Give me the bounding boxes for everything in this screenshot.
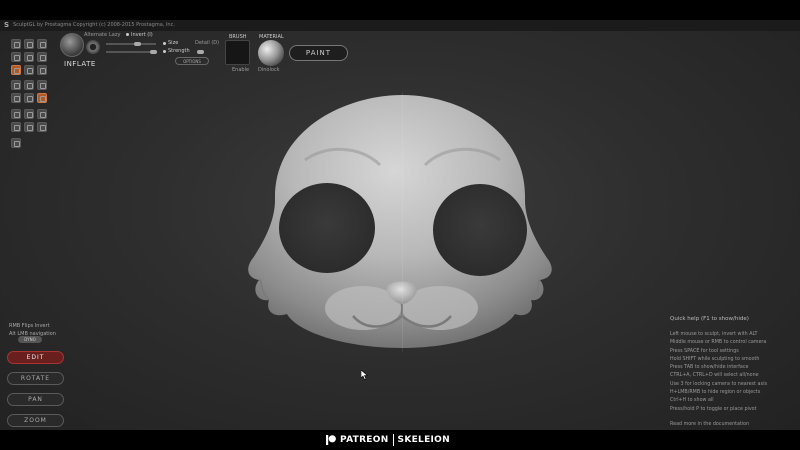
quick-help-line: Left mouse to sculpt, invert with ALT: [670, 332, 758, 337]
watermark-divider: [392, 434, 394, 446]
tool-button[interactable]: [11, 122, 21, 132]
quick-help-line: Middle mouse or RMB to control camera: [670, 340, 767, 346]
tool-button[interactable]: [11, 52, 21, 62]
tool-button[interactable]: [24, 109, 34, 119]
app-logo-icon: S: [4, 21, 10, 29]
tool-button[interactable]: [37, 52, 47, 62]
quick-help-line: Press SPACE for tool settings: [670, 348, 739, 354]
quick-help-title: Quick help (F1 to show/hide): [670, 316, 749, 322]
copyright-text: Copyright (c) 2008-2015 Prostagma, Inc.: [73, 22, 175, 28]
tool-button[interactable]: [11, 93, 21, 103]
watermark-left-text: PATREON: [340, 435, 389, 445]
strength-toggle[interactable]: [163, 50, 166, 53]
tool-button[interactable]: [24, 39, 34, 49]
rotate-mode-button[interactable]: ROTATE: [7, 372, 64, 385]
rmb-note: RMB Flips Invert: [9, 323, 50, 329]
strength-slider-knob[interactable]: [150, 50, 157, 54]
tool-button[interactable]: [24, 93, 34, 103]
tool-button[interactable]: [37, 122, 47, 132]
tool-button[interactable]: [11, 138, 21, 148]
detail-label: Detail (D): [195, 40, 220, 46]
strength-slider[interactable]: [106, 51, 156, 53]
stroke-preview-icon[interactable]: [86, 40, 100, 54]
size-toggle[interactable]: [163, 42, 166, 45]
inflate-tool-button[interactable]: [11, 65, 21, 75]
symmetry-line: [402, 92, 403, 352]
tool-button[interactable]: [24, 65, 34, 75]
edit-mode-button[interactable]: EDIT: [7, 351, 64, 364]
size-slider[interactable]: [106, 43, 156, 45]
quick-help-line: Press TAB to show/hide interface: [670, 365, 749, 371]
material-sub-label: Dinolock: [258, 67, 280, 73]
tool-button[interactable]: [37, 80, 47, 90]
tool-button[interactable]: [24, 52, 34, 62]
invert-label: Invert (I): [131, 32, 153, 38]
title-bar: S SculptGL by Prostagma Copyright (c) 20…: [0, 20, 800, 31]
quick-help-line: Ctrl+H to show all: [670, 398, 714, 404]
symmetry-tool-button[interactable]: [37, 93, 47, 103]
paint-button[interactable]: PAINT: [289, 45, 348, 61]
quick-help-line: H+LMB/RMB to hide region or objects: [670, 390, 761, 396]
tool-button[interactable]: [11, 109, 21, 119]
invert-toggle[interactable]: [126, 33, 129, 36]
brush-sub-label: Enable: [232, 67, 250, 73]
quick-help-line: Press/hold P to toggle or place pivot: [670, 406, 757, 412]
size-slider-knob[interactable]: [134, 42, 141, 46]
alternate-label: Alternate: [84, 32, 108, 38]
brush-name: INFLATE: [64, 60, 96, 68]
tool-button[interactable]: [37, 39, 47, 49]
brush-preview-icon[interactable]: [60, 33, 84, 57]
tool-button[interactable]: [11, 80, 21, 90]
detail-slider-knob[interactable]: [197, 50, 204, 54]
patreon-logo-icon: [326, 435, 336, 445]
brush-swatch[interactable]: [225, 40, 250, 65]
tool-button[interactable]: [24, 80, 34, 90]
lazy-label: Lazy: [109, 32, 121, 38]
size-label: Size: [168, 40, 179, 46]
quick-help-line: CTRL+A, CTRL+D will select all/none: [670, 373, 759, 379]
sculpt-mesh[interactable]: [235, 90, 565, 355]
documentation-link[interactable]: Read more in the documentation: [670, 422, 795, 427]
zoom-mode-button[interactable]: ZOOM: [7, 414, 64, 427]
tool-button[interactable]: [24, 122, 34, 132]
quick-help-line: Hold SHIFT while sculpting to smooth: [670, 356, 760, 362]
remesh-button[interactable]: DYNO: [18, 336, 42, 343]
material-sphere-icon[interactable]: [258, 40, 284, 66]
pan-mode-button[interactable]: PAN: [7, 393, 64, 406]
options-button[interactable]: OPTIONS: [175, 57, 209, 65]
patreon-watermark: PATREON SKELEION: [326, 434, 450, 446]
strength-label: Strength: [168, 48, 190, 54]
tool-button[interactable]: [37, 65, 47, 75]
app-title: SculptGL by Prostagma: [13, 22, 72, 28]
tool-button[interactable]: [37, 109, 47, 119]
watermark-right-text: SKELEION: [397, 435, 450, 445]
tool-button[interactable]: [11, 39, 21, 49]
quick-help-panel: Quick help (F1 to show/hide) Left mouse …: [670, 316, 795, 427]
quick-help-line: Use 3 for locking camera to nearest axis: [670, 381, 768, 387]
mouse-cursor-icon: [361, 370, 368, 380]
